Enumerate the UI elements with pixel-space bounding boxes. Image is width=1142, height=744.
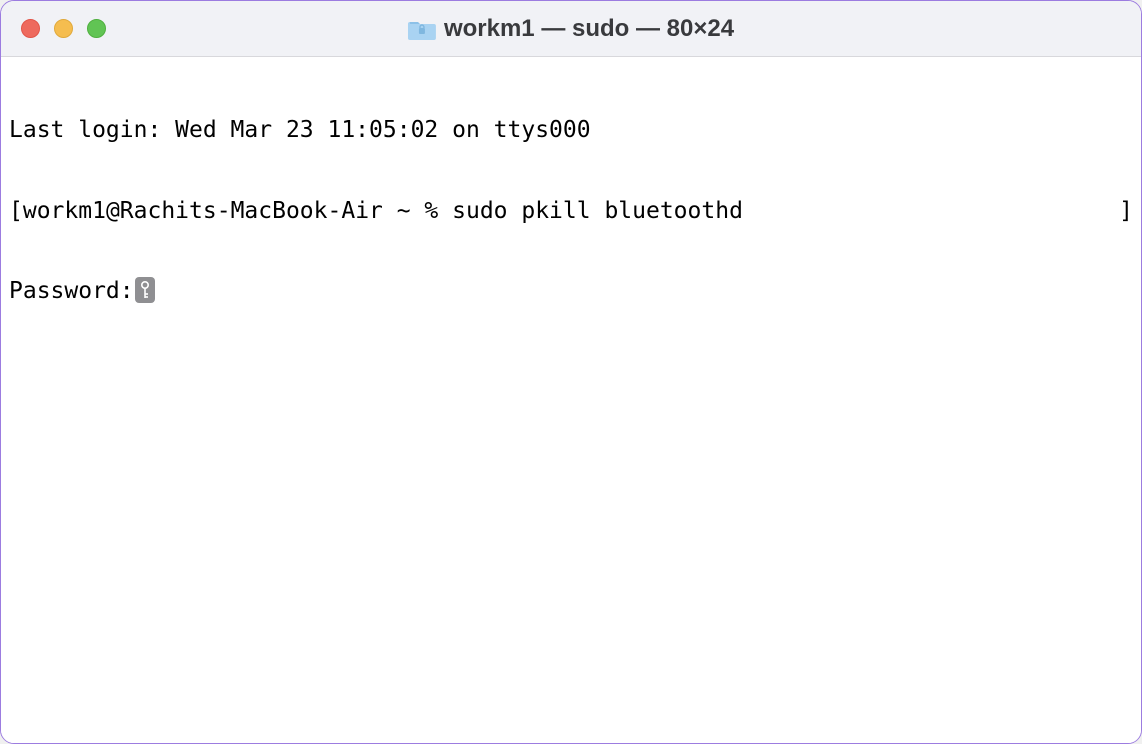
window-titlebar: workm1 — sudo — 80×24 (1, 1, 1141, 57)
window-controls (21, 19, 106, 38)
terminal-line-password: Password: (9, 278, 1133, 305)
terminal-window: workm1 — sudo — 80×24 Last login: Wed Ma… (0, 0, 1142, 744)
left-bracket: [ (9, 198, 23, 224)
close-icon[interactable] (21, 19, 40, 38)
window-title: workm1 — sudo — 80×24 (444, 15, 734, 43)
zoom-icon[interactable] (87, 19, 106, 38)
password-label: Password: (9, 278, 134, 304)
right-bracket: ] (1119, 198, 1133, 225)
folder-icon (408, 18, 436, 40)
key-icon (135, 277, 155, 303)
terminal-line-prompt: [workm1@Rachits-MacBook-Air ~ % sudo pki… (9, 198, 1133, 225)
terminal-body[interactable]: Last login: Wed Mar 23 11:05:02 on ttys0… (1, 57, 1141, 743)
terminal-line-last-login: Last login: Wed Mar 23 11:05:02 on ttys0… (9, 117, 1133, 144)
shell-command: sudo pkill bluetoothd (452, 198, 743, 224)
minimize-icon[interactable] (54, 19, 73, 38)
shell-prompt: workm1@Rachits-MacBook-Air ~ % (23, 198, 452, 224)
prompt-left: [workm1@Rachits-MacBook-Air ~ % sudo pki… (9, 198, 743, 225)
window-title-area: workm1 — sudo — 80×24 (408, 15, 734, 43)
